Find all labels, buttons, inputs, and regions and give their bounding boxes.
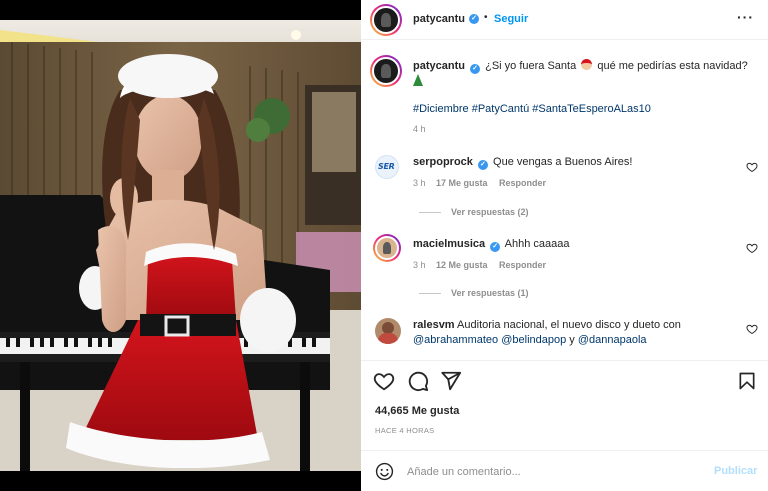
- heart-outline-icon[interactable]: [746, 161, 758, 173]
- caption-text: patycantu ✓ ¿Si yo fuera Santa qué me pe…: [413, 59, 753, 89]
- caption-hashtags: #Diciembre #PatyCantú #SantaTeEsperoALas…: [413, 102, 651, 117]
- heart-outline-icon[interactable]: [373, 370, 395, 392]
- mention-link[interactable]: @belindapop: [501, 334, 566, 346]
- heart-outline-icon[interactable]: [746, 323, 758, 335]
- hashtag-link[interactable]: #PatyCantú: [472, 103, 529, 115]
- hashtag-link[interactable]: #Diciembre: [413, 103, 469, 115]
- caption-avatar-image: [372, 57, 400, 85]
- verified-badge-icon: ✓: [490, 242, 501, 252]
- separator-dot: •: [484, 12, 488, 23]
- comment-input[interactable]: [407, 463, 707, 481]
- comment-avatar-image: [375, 236, 399, 260]
- comment-bubble-icon[interactable]: [407, 370, 429, 392]
- comment-avatar[interactable]: [373, 234, 401, 262]
- hashtag-link[interactable]: #SantaTeEsperoALas10: [532, 103, 651, 115]
- verified-badge-icon: ✓: [469, 14, 479, 24]
- comment-likes[interactable]: 17 Me gusta: [436, 178, 488, 188]
- comment-username[interactable]: ralesvm: [413, 319, 455, 331]
- caption-timestamp[interactable]: 4 h: [413, 124, 426, 134]
- post-side-panel: patycantu ✓ • Seguir ··· patycantu ✓ ¿Si…: [361, 0, 768, 491]
- replies-divider: [419, 212, 441, 213]
- paper-plane-icon[interactable]: [440, 370, 462, 392]
- comment-avatar-shirt: [378, 333, 398, 344]
- caption-body-2: qué me pedirías esta navidad?: [597, 60, 748, 72]
- author-avatar-image: [372, 6, 400, 34]
- comment-body: Auditoria nacional, el nuevo disco y due…: [457, 319, 681, 331]
- comment-likes[interactable]: 12 Me gusta: [436, 260, 488, 270]
- mention-link[interactable]: @dannapaola: [578, 334, 647, 346]
- heart-outline-icon[interactable]: [746, 242, 758, 254]
- emoji-smile-icon[interactable]: [375, 462, 394, 481]
- instagram-post-modal: patycantu ✓ • Seguir ··· patycantu ✓ ¿Si…: [0, 0, 768, 491]
- post-photo-illustration: [0, 20, 361, 471]
- view-replies-button[interactable]: Ver respuestas (2): [451, 207, 529, 217]
- santa-emoji-icon: [581, 59, 593, 70]
- verified-badge-icon: ✓: [477, 160, 488, 170]
- comment-text: macielmusica ✓ Ahhh caaaaa: [413, 237, 570, 252]
- comment-text: ralesvm Auditoria nacional, el nuevo dis…: [413, 318, 738, 348]
- comment-username[interactable]: serpoprock: [413, 156, 473, 168]
- mention-joiner: y: [569, 334, 575, 346]
- caption-body: ¿Si yo fuera Santa: [485, 60, 577, 72]
- more-dots-icon[interactable]: ···: [737, 9, 754, 25]
- author-avatar[interactable]: [370, 4, 402, 36]
- follow-button[interactable]: Seguir: [494, 13, 528, 25]
- comment-body: Que vengas a Buenos Aires!: [493, 156, 633, 168]
- actions-divider: [361, 360, 768, 361]
- caption-avatar[interactable]: [370, 55, 402, 87]
- mention-link[interactable]: @abrahammateo: [413, 334, 498, 346]
- comment-time[interactable]: 3 h: [413, 178, 426, 188]
- likes-count[interactable]: 44,665 Me gusta: [375, 405, 459, 417]
- view-replies-button[interactable]: Ver respuestas (1): [451, 288, 529, 298]
- reply-button[interactable]: Responder: [499, 178, 546, 188]
- post-photo[interactable]: [0, 20, 361, 471]
- author-username[interactable]: patycantu: [413, 13, 465, 25]
- replies-divider: [419, 293, 441, 294]
- bookmark-icon[interactable]: [737, 371, 757, 391]
- comment-composer: Publicar: [361, 450, 768, 491]
- comment-body: Ahhh caaaaa: [504, 238, 570, 250]
- caption-username[interactable]: patycantu: [413, 60, 465, 72]
- comment-username[interactable]: macielmusica: [413, 238, 485, 250]
- verified-badge-icon: ✓: [470, 64, 481, 74]
- post-photo-panel: [0, 0, 361, 491]
- christmas-tree-icon: [413, 74, 423, 86]
- comment-time[interactable]: 3 h: [413, 260, 426, 270]
- comment-avatar[interactable]: [375, 318, 401, 344]
- publish-button[interactable]: Publicar: [714, 465, 757, 477]
- comment-avatar[interactable]: SER: [375, 155, 399, 179]
- comment-text: serpoprock ✓ Que vengas a Buenos Aires!: [413, 155, 632, 170]
- ser-logo-icon: SER: [378, 162, 395, 171]
- post-header: patycantu ✓ • Seguir ···: [361, 0, 768, 40]
- post-age[interactable]: HACE 4 HORAS: [375, 426, 434, 435]
- reply-button[interactable]: Responder: [499, 260, 546, 270]
